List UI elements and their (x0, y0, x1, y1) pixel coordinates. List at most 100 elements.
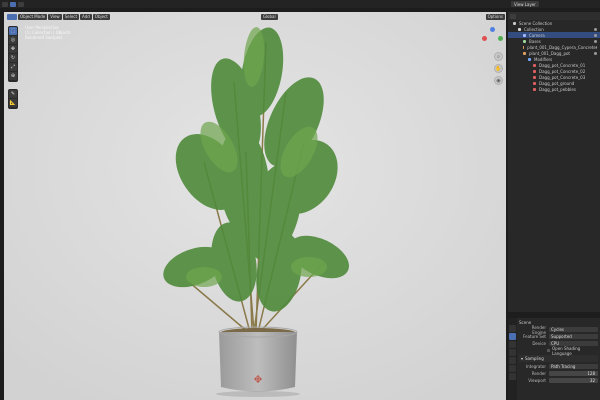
visibility-eye-icon[interactable] (595, 45, 597, 49)
3d-viewport[interactable] (4, 12, 506, 400)
outliner-type-icon (523, 45, 525, 49)
outliner-row-label: Scene Collection (519, 20, 553, 26)
device-label: Device (532, 341, 546, 346)
outliner: Scene Collection Collection Camera Bases pla… (508, 12, 600, 312)
osl-row: Open Shading Language (519, 345, 598, 356)
viewport-samples-label: Viewport (528, 378, 546, 383)
gizmo-y-icon[interactable] (498, 36, 503, 41)
gizmo-x-icon[interactable] (482, 36, 487, 41)
measure-icon[interactable]: 📐 (9, 99, 17, 107)
sampling-section[interactable]: ▾ Sampling (519, 355, 598, 362)
visibility-eye-icon[interactable] (594, 39, 597, 43)
viewport-overlay-text: User Perspective (1) Collection | Object… (25, 25, 71, 40)
outliner-type-icon (533, 63, 536, 67)
toolbar: ⬚ ◎ ✥ ↻ ⤢ ⊕ (8, 26, 18, 82)
properties-panel: Scene Render Engine Cycles Feature Set Sup… (508, 318, 600, 400)
chevron-down-icon: ▾ (521, 356, 524, 361)
menu-select-label: Select (64, 14, 78, 19)
camera-view-icon[interactable]: ◉ (494, 76, 503, 85)
outliner-row-label: Modifiers (534, 56, 553, 62)
rotate-icon[interactable]: ↻ (9, 54, 17, 62)
filter-icon[interactable] (510, 13, 516, 19)
outliner-row-label: plant_001_Dagg_Cypera_Concrete (527, 44, 596, 50)
mode-label: Object Mode (20, 14, 46, 19)
zoom-icon[interactable]: ⌕ (494, 52, 503, 61)
right-header: View Layer (508, 0, 600, 8)
visibility-eye-icon[interactable] (594, 33, 597, 37)
view-layer-label: View Layer (514, 1, 536, 7)
render-samples-field[interactable]: 128 (549, 371, 598, 376)
render-engine-label: Render Engine (531, 324, 546, 335)
outliner-type-icon (518, 27, 521, 31)
sampling-label: Sampling (525, 356, 544, 361)
outliner-row-label: Dagg_pot_ground (539, 80, 575, 86)
editor-type-icon[interactable] (2, 1, 8, 7)
menu-view-label: View (50, 14, 60, 19)
properties-content: Scene Render Engine Cycles Feature Set Sup… (517, 318, 600, 400)
render-icon[interactable] (10, 1, 16, 7)
outliner-row-label: Dagg_pot_pebbles (539, 86, 576, 92)
outliner-type-icon (533, 69, 536, 73)
view-layer-tab-icon[interactable] (509, 349, 516, 356)
view-layer-selector[interactable]: View Layer (511, 1, 539, 7)
outliner-type-icon (533, 81, 536, 85)
transform-orientation[interactable]: Global (260, 13, 278, 20)
options-label: Options (487, 14, 503, 19)
menu-view[interactable]: View (48, 13, 62, 20)
object-tab-icon[interactable] (509, 373, 516, 380)
osl-label: Open Shading Language (552, 345, 581, 356)
render-tab-icon[interactable] (509, 333, 516, 340)
scene-tab-icon[interactable] (509, 357, 516, 364)
select-box-icon[interactable]: ⬚ (9, 27, 17, 35)
menu-add[interactable]: Add (80, 13, 92, 20)
gizmo-z-icon[interactable] (490, 27, 495, 32)
outliner-row-label: Dagg_pot_Concrete_01 (539, 62, 586, 68)
outliner-header (508, 12, 600, 20)
output-tab-icon[interactable] (509, 341, 516, 348)
integrator-label: Integrator (525, 364, 546, 369)
outliner-rows: Scene Collection Collection Camera Bases pla… (508, 20, 600, 92)
outliner-type-icon (533, 87, 536, 91)
outliner-row-label: Bases (529, 38, 541, 44)
editor-type-button[interactable] (7, 13, 17, 20)
integrator-dropdown[interactable]: Path Tracing (549, 364, 598, 369)
pan-icon[interactable]: ✋ (494, 64, 503, 73)
plant-render (4, 12, 506, 400)
outliner-type-icon (523, 33, 526, 37)
visibility-eye-icon[interactable] (594, 51, 597, 55)
outliner-row-label: Dagg_pot_Concrete_02 (539, 68, 586, 74)
world-tab-icon[interactable] (509, 365, 516, 372)
transform-icon[interactable]: ⊕ (9, 72, 17, 80)
render-samples-row: Render 128 (519, 370, 598, 377)
render-engine-row: Render Engine Cycles (519, 324, 598, 335)
properties-tabs (508, 318, 517, 400)
transform-label: Global (262, 14, 276, 19)
outliner-type-icon (528, 57, 531, 61)
tool-tab-icon[interactable] (509, 325, 516, 332)
mode-dropdown[interactable]: Object Mode (18, 13, 48, 20)
viewport-samples-field[interactable]: 32 (549, 378, 598, 383)
menu-icon[interactable] (18, 1, 24, 7)
outliner-type-icon (533, 75, 536, 79)
render-engine-dropdown[interactable]: Cycles (549, 327, 598, 332)
outliner-type-icon (523, 51, 526, 55)
annotate-icon[interactable]: ✎ (9, 90, 17, 98)
menu-object[interactable]: Object (92, 13, 110, 20)
osl-checkbox[interactable] (547, 349, 551, 352)
visibility-eye-icon[interactable] (594, 27, 597, 31)
move-icon[interactable]: ✥ (9, 45, 17, 53)
integrator-row: Integrator Path Tracing (519, 363, 598, 370)
feature-set-label: Feature Set (523, 334, 546, 339)
outliner-row[interactable]: Dagg_pot_pebbles (508, 86, 600, 92)
menu-select[interactable]: Select (62, 13, 80, 20)
outliner-type-icon (513, 21, 516, 25)
cursor-icon[interactable]: ◎ (9, 36, 17, 44)
scale-icon[interactable]: ⤢ (9, 63, 17, 71)
outliner-row-label: Dagg_pot_Concrete_03 (539, 74, 586, 80)
render-samples-label: Render (531, 371, 546, 376)
outliner-type-icon (523, 39, 526, 43)
options-button[interactable]: Options (485, 13, 505, 20)
toolbar-annotate: ✎ 📐 (8, 89, 18, 109)
outliner-row-label: Collection (524, 26, 544, 32)
feature-set-dropdown[interactable]: Supported (549, 334, 598, 339)
